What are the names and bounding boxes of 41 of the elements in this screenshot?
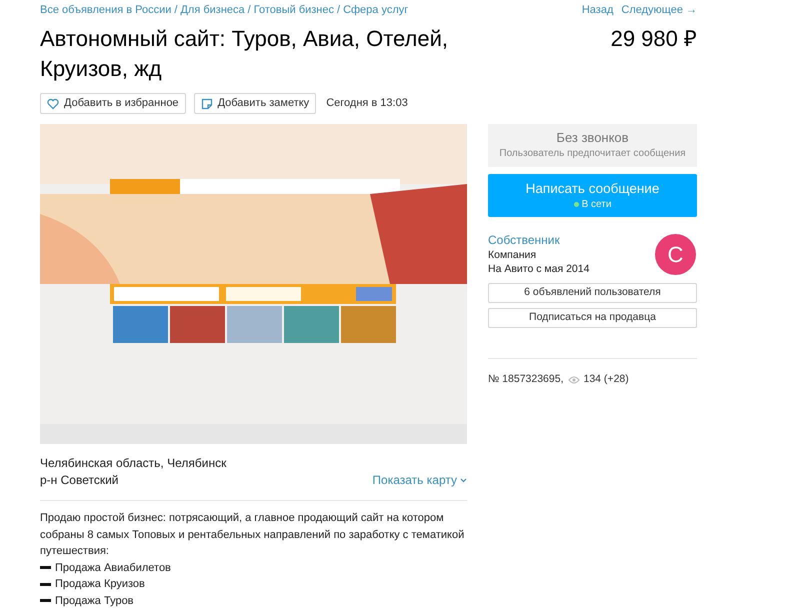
seller-since: На Авито с мая 2014: [488, 262, 590, 276]
dash-icon: [40, 566, 51, 570]
heart-icon: [47, 98, 59, 110]
write-message-button[interactable]: Написать сообщение В сети: [488, 174, 697, 217]
seller-action-button[interactable]: 6 объявлений пользователя: [488, 283, 697, 303]
breadcrumb-link[interactable]: Сфера услуг: [343, 2, 408, 18]
breadcrumb-separator: /: [337, 2, 340, 18]
no-calls-note: Пользователь предпочитает сообщения: [499, 147, 686, 161]
breadcrumb-link[interactable]: Готовый бизнес: [254, 2, 334, 18]
location-text: р-н Советский: [40, 472, 120, 489]
online-status: В сети: [582, 198, 612, 212]
nav-link[interactable]: Назад: [582, 2, 614, 18]
seller-avatar: С: [655, 234, 696, 275]
listing-title: Автономный сайт: Туров, Авиа, Отелей, Круизов, жд: [40, 25, 450, 83]
favorite-button[interactable]: Добавить в избранное: [40, 93, 186, 114]
list-item-text: Продажа Авиабилетов: [55, 560, 171, 576]
list-item-text: Продажа Круизов: [55, 577, 145, 592]
price: 29 980 ₽: [610, 25, 697, 53]
posted-time: Сегодня в 13:03: [326, 96, 408, 112]
breadcrumb-separator: /: [174, 2, 178, 18]
seller-action-button[interactable]: Подписаться на продавца: [488, 308, 697, 328]
list-item-text: Продажа Туров: [55, 594, 134, 608]
show-map-link[interactable]: Показать карту: [372, 472, 467, 489]
note-icon: [200, 98, 213, 110]
seller-type: Компания: [488, 248, 538, 262]
message-label: Написать сообщение: [526, 180, 660, 196]
breadcrumb-link[interactable]: Все объявления в России: [40, 2, 172, 18]
eye-icon: [568, 376, 580, 384]
breadcrumb-separator: /: [248, 2, 251, 18]
no-calls-title: Без звонков: [556, 130, 629, 146]
view-count: 134 (+28): [584, 372, 629, 388]
note-button[interactable]: Добавить заметку: [194, 93, 316, 114]
chevron-down-icon: [460, 478, 467, 483]
dash-icon: [40, 582, 51, 586]
seller-name-link[interactable]: Собственник: [488, 233, 590, 248]
nav-link[interactable]: Следующее →: [621, 2, 697, 18]
location-text: Челябинская область, Челябинск: [40, 455, 226, 472]
ad-number: № 1857323695,: [488, 372, 564, 388]
breadcrumb-link[interactable]: Для бизнеса: [180, 2, 245, 18]
dash-icon: [40, 599, 51, 602]
description-text: Продаю простой бизнес: потрясающий, а главное продающий сайт на котором собраны 8 самых Топовых и рентабельных направлений по заработку с тематикой путешествия:: [40, 511, 466, 559]
